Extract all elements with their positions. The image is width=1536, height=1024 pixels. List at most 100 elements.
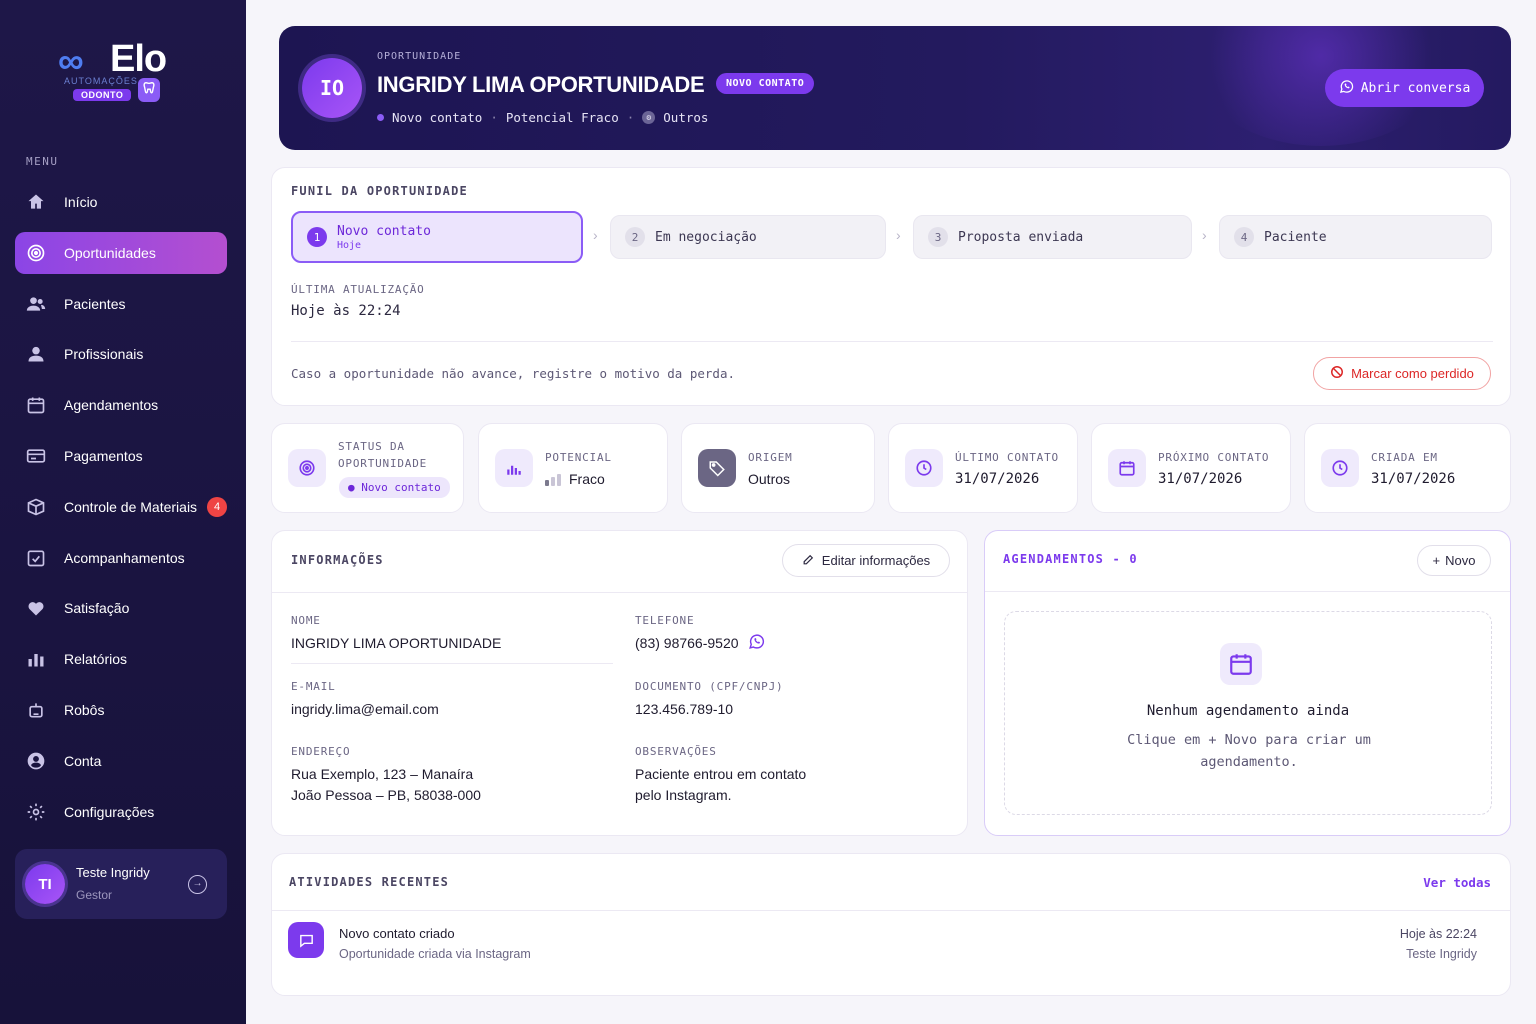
brand-name: Elo bbox=[110, 38, 167, 80]
funnel-step-2[interactable]: 2 Em negociação bbox=[610, 215, 886, 259]
clock-icon bbox=[905, 449, 943, 487]
hero-meta: Novo contato · Potencial Fraco · ⚙ Outro… bbox=[377, 110, 708, 125]
whatsapp-icon[interactable] bbox=[748, 633, 765, 656]
target-icon bbox=[288, 449, 326, 487]
tag-icon bbox=[698, 449, 736, 487]
field-value[interactable]: ingridy.lima@email.com bbox=[291, 699, 439, 720]
appointments-title: AGENDAMENTOS - 0 bbox=[1003, 552, 1138, 566]
divider bbox=[291, 663, 613, 664]
mark-lost-button[interactable]: Marcar como perdido bbox=[1313, 357, 1491, 390]
clock-icon bbox=[1321, 449, 1359, 487]
activities-card: ATIVIDADES RECENTES Ver todas Novo conta… bbox=[271, 853, 1511, 996]
ban-icon bbox=[1330, 365, 1344, 382]
sidebar-item-relatorios[interactable]: Relatórios bbox=[15, 638, 227, 680]
info-card: INFORMAÇÕES Editar informações NOME INGR… bbox=[271, 530, 968, 836]
sidebar-item-pagamentos[interactable]: Pagamentos bbox=[15, 435, 227, 477]
funnel-steps: 1 Novo contato Hoje › 2 Em negociação › … bbox=[291, 210, 1493, 263]
meta-potential: Potencial Fraco bbox=[505, 110, 619, 125]
calendar-icon bbox=[1220, 643, 1262, 685]
meta-stage: Novo contato bbox=[392, 110, 483, 125]
stat-value: 31/07/2026 bbox=[1158, 471, 1243, 487]
status-badge: ● Novo contato bbox=[339, 477, 450, 498]
field-label: NOME bbox=[291, 614, 321, 627]
meta-origin: Outros bbox=[663, 110, 709, 125]
sidebar-item-satisfacao[interactable]: Satisfação bbox=[15, 587, 227, 629]
box-icon bbox=[25, 496, 47, 518]
funnel-title: FUNIL DA OPORTUNIDADE bbox=[291, 184, 468, 198]
stat-label-line2: OPORTUNIDADE bbox=[338, 457, 428, 470]
field-value: Paciente entrou em contato pelo Instagra… bbox=[635, 764, 806, 806]
field-label: ENDEREÇO bbox=[291, 745, 351, 758]
new-appointment-label: Novo bbox=[1445, 553, 1476, 568]
brand-logo[interactable]: ∞ Elo AUTOMAÇÕES ODONTO bbox=[58, 38, 178, 108]
sidebar-item-oportunidades[interactable]: Oportunidades bbox=[15, 231, 227, 274]
activity-title[interactable]: Novo contato criado bbox=[339, 926, 455, 941]
info-title: INFORMAÇÕES bbox=[291, 553, 384, 567]
sidebar-item-label: Controle de Materiais bbox=[64, 498, 198, 515]
logout-icon[interactable]: → bbox=[188, 875, 207, 894]
sidebar-item-label: Relatórios bbox=[64, 651, 128, 668]
sidebar-item-conta[interactable]: Conta bbox=[15, 740, 227, 782]
stat-potencial: POTENCIAL Fraco bbox=[478, 423, 668, 513]
field-email: E-MAIL ingridy.lima@email.com bbox=[291, 680, 439, 720]
loss-hint: Caso a oportunidade não avance, registre… bbox=[291, 366, 736, 381]
activities-title: ATIVIDADES RECENTES bbox=[289, 875, 450, 889]
step-number: 3 bbox=[928, 227, 948, 247]
phone-value[interactable]: (83) 98766-9520 bbox=[635, 635, 739, 651]
chevron-right-icon: › bbox=[896, 227, 901, 243]
sidebar-item-label: Início bbox=[64, 194, 98, 210]
signal-weak-icon bbox=[545, 474, 561, 487]
activity-subtitle: Oportunidade criada via Instagram bbox=[339, 947, 531, 961]
origin-icon: ⚙ bbox=[642, 111, 656, 124]
see-all-link[interactable]: Ver todas bbox=[1423, 875, 1491, 890]
gear-icon bbox=[25, 801, 47, 823]
sidebar-item-profissionais[interactable]: Profissionais bbox=[15, 333, 227, 375]
sidebar-item-inicio[interactable]: Início bbox=[15, 181, 227, 223]
funnel-step-1[interactable]: 1 Novo contato Hoje bbox=[291, 211, 583, 263]
stat-label: PRÓXIMO CONTATO bbox=[1158, 451, 1270, 464]
sidebar-item-pacientes[interactable]: Pacientes bbox=[15, 283, 227, 325]
sidebar-item-acompanhamentos[interactable]: Acompanhamentos bbox=[15, 537, 227, 579]
field-observacoes: OBSERVAÇÕES Paciente entrou em contato p… bbox=[635, 745, 806, 806]
calendar-icon bbox=[25, 394, 47, 416]
sidebar-item-robos[interactable]: Robôs bbox=[15, 689, 227, 731]
sidebar-item-agendamentos[interactable]: Agendamentos bbox=[15, 384, 227, 426]
open-conversation-button[interactable]: Abrir conversa bbox=[1325, 69, 1484, 107]
chart-icon bbox=[25, 648, 47, 670]
stat-label-line1: STATUS DA bbox=[338, 440, 405, 453]
address-line2: João Pessoa – PB, 58038-000 bbox=[291, 787, 481, 803]
notes-line2: pelo Instagram. bbox=[635, 787, 732, 803]
step-number: 2 bbox=[625, 227, 645, 247]
whatsapp-icon bbox=[1339, 79, 1354, 98]
menu-label: MENU bbox=[26, 155, 59, 168]
meta-separator: · bbox=[490, 110, 498, 125]
edit-info-button[interactable]: Editar informações bbox=[782, 544, 950, 577]
stat-value: 31/07/2026 bbox=[955, 471, 1040, 487]
last-update-value: Hoje às 22:24 bbox=[291, 303, 401, 319]
chart-icon bbox=[495, 449, 533, 487]
sidebar-item-materiais[interactable]: Controle de Materiais 4 bbox=[15, 486, 227, 528]
stage-dot-icon bbox=[377, 114, 384, 121]
funnel-step-3[interactable]: 3 Proposta enviada bbox=[913, 215, 1192, 259]
plus-icon: + bbox=[1432, 553, 1441, 568]
stat-value: 31/07/2026 bbox=[1371, 471, 1456, 487]
step-label: Novo contato bbox=[337, 223, 431, 239]
open-conversation-label: Abrir conversa bbox=[1360, 80, 1471, 96]
chevron-right-icon: › bbox=[1202, 227, 1207, 243]
heart-icon bbox=[25, 597, 47, 619]
step-sub: Hoje bbox=[337, 239, 362, 251]
user-card[interactable]: TI Teste Ingridy Gestor → bbox=[15, 849, 227, 919]
brand-badge: ODONTO bbox=[73, 89, 132, 101]
last-update-label: ÚLTIMA ATUALIZAÇÃO bbox=[291, 283, 425, 296]
stat-value-group: Fraco bbox=[545, 471, 605, 487]
step-number: 4 bbox=[1234, 227, 1254, 247]
field-value[interactable]: INGRIDY LIMA OPORTUNIDADE bbox=[291, 633, 501, 654]
new-appointment-button[interactable]: + Novo bbox=[1417, 545, 1491, 576]
stat-status: STATUS DA OPORTUNIDADE ● Novo contato bbox=[271, 423, 464, 513]
stat-ultimo-contato: ÚLTIMO CONTATO 31/07/2026 bbox=[888, 423, 1078, 513]
field-value[interactable]: 123.456.789-10 bbox=[635, 699, 783, 720]
stat-label: POTENCIAL bbox=[545, 451, 612, 464]
opportunity-header: IO OPORTUNIDADE INGRIDY LIMA OPORTUNIDAD… bbox=[279, 26, 1511, 150]
funnel-step-4[interactable]: 4 Paciente bbox=[1219, 215, 1492, 259]
sidebar-item-configuracoes[interactable]: Configurações bbox=[15, 791, 227, 833]
